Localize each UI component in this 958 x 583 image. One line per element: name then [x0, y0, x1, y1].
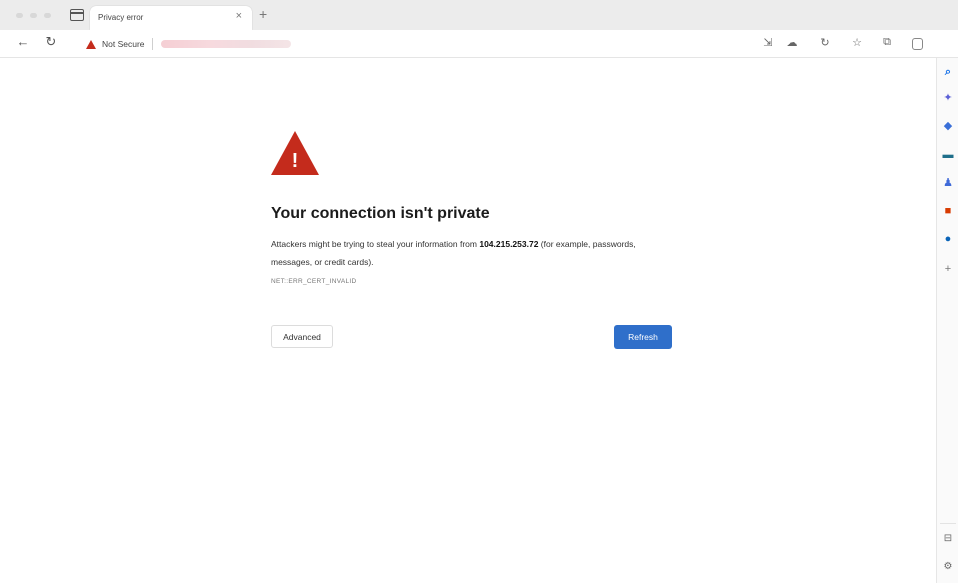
desc-host: 104.215.253.72: [479, 239, 539, 249]
add-sidebar-item-icon[interactable]: +: [942, 263, 954, 275]
warning-exclamation-icon: !: [291, 150, 299, 172]
tab-bar: Privacy error × +: [0, 0, 958, 30]
office-icon[interactable]: ■: [942, 205, 954, 217]
reload-icon[interactable]: ↻: [42, 34, 60, 50]
back-arrow-icon[interactable]: ←: [14, 34, 32, 49]
error-description: Attackers might be trying to steal your …: [271, 235, 671, 271]
maximize-window-button[interactable]: [44, 13, 51, 18]
tab-privacy-error[interactable]: Privacy error ×: [90, 6, 252, 30]
search-icon[interactable]: ⌕: [942, 66, 954, 78]
settings-icon[interactable]: ⚙: [942, 561, 954, 572]
tab-close-icon[interactable]: ×: [236, 10, 242, 22]
profile-icon[interactable]: [912, 38, 923, 50]
warning-icon[interactable]: [86, 39, 96, 49]
advanced-button[interactable]: Advanced: [271, 325, 333, 348]
tab-actions-icon[interactable]: [70, 9, 84, 21]
desc-before: Attackers might be trying to steal your …: [271, 239, 480, 249]
outlook-icon[interactable]: ●: [942, 233, 954, 245]
copilot-icon[interactable]: ✦: [942, 92, 954, 104]
read-aloud-icon[interactable]: ⇲: [760, 36, 776, 49]
page-title: Your connection isn't private: [271, 205, 490, 222]
url-redacted[interactable]: [160, 40, 291, 48]
close-window-button[interactable]: [16, 13, 23, 18]
error-code: NET::ERR_CERT_INVALID: [271, 278, 357, 285]
favorites-icon[interactable]: ☆: [849, 36, 865, 49]
window-controls[interactable]: [16, 13, 51, 18]
minimize-window-button[interactable]: [30, 13, 37, 18]
new-tab-button[interactable]: +: [259, 6, 267, 22]
tools-icon[interactable]: ▬: [942, 149, 954, 161]
page-content: ! Your connection isn't private Attacker…: [0, 58, 936, 583]
refresh-icon[interactable]: ↻: [817, 36, 833, 49]
collections-icon[interactable]: ⧉: [879, 36, 895, 49]
extensions-icon[interactable]: ☁: [784, 36, 800, 49]
games-icon[interactable]: ♟: [942, 177, 954, 189]
sidebar: ⌕ ✦ ◆ ▬ ♟ ■ ● + ⊟ ⚙: [936, 58, 958, 583]
toolbar: ← ↻ Not Secure ⇲ ☁ ↻ ☆ ⧉ ···: [0, 30, 958, 78]
sidebar-toggle-icon[interactable]: ⊟: [942, 533, 954, 544]
tab-title: Privacy error: [98, 13, 144, 22]
refresh-button[interactable]: Refresh: [614, 325, 672, 349]
shopping-icon[interactable]: ◆: [942, 120, 954, 132]
sidebar-divider: [940, 523, 956, 524]
address-separator: [151, 38, 153, 50]
not-secure-label[interactable]: Not Secure: [102, 39, 145, 49]
address-bar[interactable]: Not Secure: [80, 33, 740, 55]
